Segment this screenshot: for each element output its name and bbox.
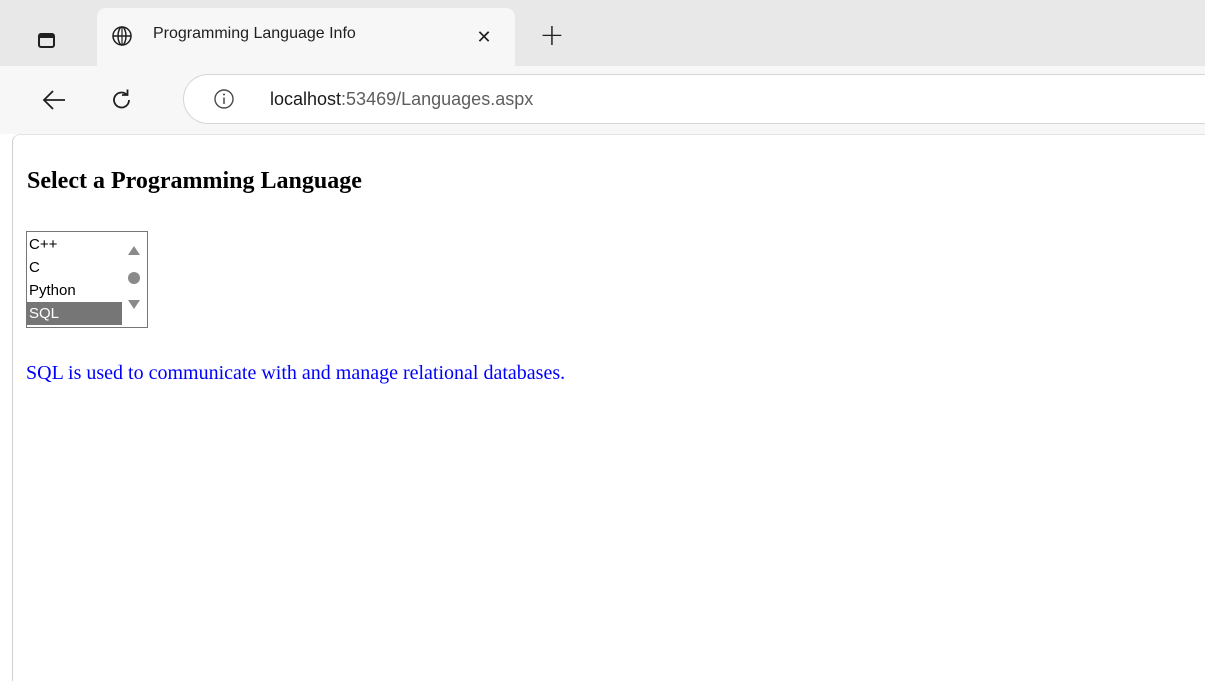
url-path: :53469/Languages.aspx <box>341 89 534 109</box>
sidebar-toggle-icon <box>37 32 55 48</box>
new-tab-button[interactable]: + <box>534 20 570 52</box>
listbox-scrollbar[interactable] <box>122 232 147 327</box>
reload-button[interactable] <box>102 80 142 120</box>
listbox-option-sql[interactable]: SQL <box>27 302 122 325</box>
sidebar-toggle-button[interactable] <box>28 24 64 56</box>
scroll-up-arrow-icon[interactable] <box>128 246 140 255</box>
address-bar[interactable]: localhost:53469/Languages.aspx <box>183 74 1205 124</box>
language-listbox[interactable]: C++ C Python SQL <box>26 231 148 328</box>
browser-window: Programming Language Info ✕ + localhost:… <box>0 0 1205 681</box>
back-button[interactable] <box>34 80 74 120</box>
reload-icon <box>113 89 130 109</box>
listbox-options: C++ C Python SQL <box>27 233 122 325</box>
info-icon[interactable] <box>212 87 236 111</box>
page-content: Select a Programming Language C++ C Pyth… <box>12 134 1205 681</box>
url-text: localhost:53469/Languages.aspx <box>270 89 533 110</box>
back-arrow-icon <box>42 90 65 110</box>
tab-title: Programming Language Info <box>153 25 356 42</box>
tab-programming-language-info[interactable]: Programming Language Info ✕ <box>97 8 515 66</box>
close-tab-button[interactable]: ✕ <box>472 25 496 49</box>
url-host: localhost <box>270 89 342 109</box>
language-description: SQL is used to communicate with and mana… <box>26 362 566 384</box>
globe-icon <box>112 26 132 46</box>
tab-strip: Programming Language Info ✕ + <box>0 0 1205 66</box>
scroll-thumb[interactable] <box>128 272 140 284</box>
browser-toolbar: localhost:53469/Languages.aspx <box>0 66 1205 134</box>
listbox-option-python[interactable]: Python <box>27 279 122 302</box>
page-title: Select a Programming Language <box>27 168 362 194</box>
listbox-option-cpp[interactable]: C++ <box>27 233 122 256</box>
listbox-option-c[interactable]: C <box>27 256 122 279</box>
scroll-down-arrow-icon[interactable] <box>128 300 140 309</box>
